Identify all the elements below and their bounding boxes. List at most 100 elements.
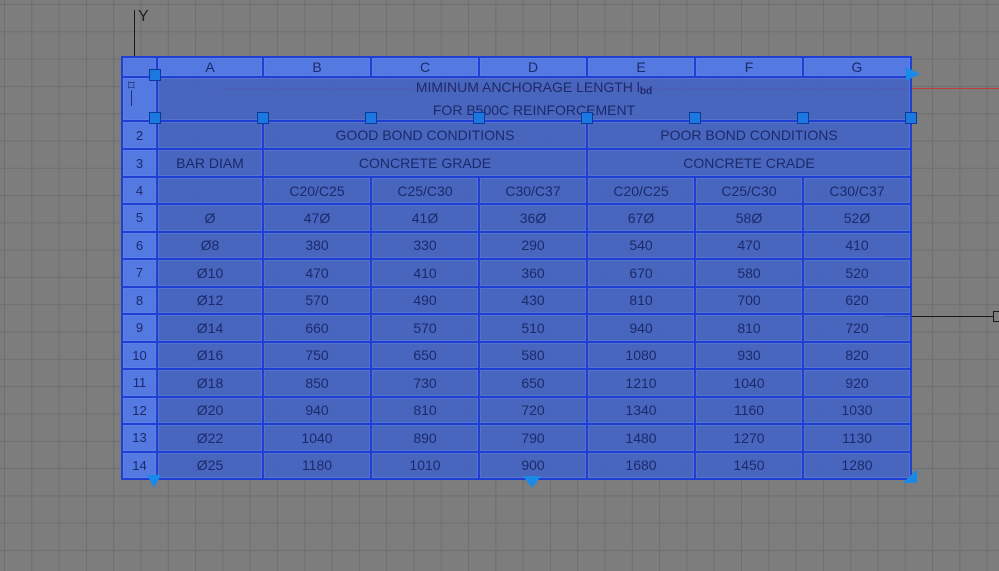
grade-header[interactable]: C20/C25 <box>586 176 696 205</box>
anchorage-length-cell[interactable]: 580 <box>478 340 588 370</box>
leader-endpoint[interactable] <box>993 311 999 322</box>
anchorage-length-cell[interactable]: 1280 <box>802 450 912 480</box>
anchorage-length-cell[interactable]: 790 <box>478 423 588 453</box>
anchorage-length-cell[interactable]: 730 <box>370 368 480 398</box>
anchorage-length-cell[interactable]: 470 <box>694 230 804 260</box>
anchorage-length-cell[interactable]: 330 <box>370 230 480 260</box>
bar-diameter-cell[interactable]: Ø12 <box>156 285 264 315</box>
anchorage-length-cell[interactable]: 520 <box>802 258 912 288</box>
row-header-9[interactable]: 9 <box>121 313 158 343</box>
anchorage-length-cell[interactable]: 410 <box>802 230 912 260</box>
poor-bond-header[interactable]: POOR BOND CONDITIONS <box>586 120 912 150</box>
anchorage-length-cell[interactable]: 1130 <box>802 423 912 453</box>
anchorage-length-cell[interactable]: 430 <box>478 285 588 315</box>
anchorage-length-cell[interactable]: 650 <box>478 368 588 398</box>
anchorage-length-cell[interactable]: 1450 <box>694 450 804 480</box>
table-grip-icon[interactable]: ⌑ │ <box>128 79 144 104</box>
column-header-c[interactable]: C <box>370 56 480 78</box>
anchorage-length-cell[interactable]: 67Ø <box>586 203 696 233</box>
anchorage-length-cell[interactable]: 660 <box>262 313 372 343</box>
column-header-d[interactable]: D <box>478 56 588 78</box>
column-header-b[interactable]: B <box>262 56 372 78</box>
anchorage-length-cell[interactable]: 700 <box>694 285 804 315</box>
anchorage-length-cell[interactable]: 58Ø <box>694 203 804 233</box>
column-header-g[interactable]: G <box>802 56 912 78</box>
anchorage-length-cell[interactable]: 1680 <box>586 450 696 480</box>
anchorage-length-cell[interactable]: 750 <box>262 340 372 370</box>
row-header-11[interactable]: 11 <box>121 368 158 398</box>
height-arrow-icon[interactable] <box>147 475 161 488</box>
row-header-2[interactable]: 2 <box>121 120 158 150</box>
grip-handle[interactable] <box>581 112 593 124</box>
anchorage-length-cell[interactable]: 820 <box>802 340 912 370</box>
cell-a4[interactable] <box>156 176 264 205</box>
bar-diameter-cell[interactable]: Ø25 <box>156 450 264 480</box>
width-arrow-icon[interactable] <box>906 67 920 81</box>
grade-header[interactable]: C25/C30 <box>370 176 480 205</box>
grip-handle[interactable] <box>365 112 377 124</box>
anchorage-length-cell[interactable]: 1180 <box>262 450 372 480</box>
anchorage-length-cell[interactable]: 1080 <box>586 340 696 370</box>
grip-handle[interactable] <box>689 112 701 124</box>
anchorage-length-cell[interactable]: 1010 <box>370 450 480 480</box>
row-header-6[interactable]: 6 <box>121 230 158 260</box>
grade-header[interactable]: C20/C25 <box>262 176 372 205</box>
anchorage-length-cell[interactable]: 360 <box>478 258 588 288</box>
grip-handle[interactable] <box>905 112 917 124</box>
stretch-corner-arrow-icon[interactable] <box>903 469 917 483</box>
anchorage-length-cell[interactable]: 900 <box>478 450 588 480</box>
anchorage-length-cell[interactable]: 930 <box>694 340 804 370</box>
anchorage-length-cell[interactable]: 890 <box>370 423 480 453</box>
grip-handle[interactable] <box>797 112 809 124</box>
row-header-12[interactable]: 12 <box>121 395 158 425</box>
row-header-7[interactable]: 7 <box>121 258 158 288</box>
concrete-grade-poor-header[interactable]: CONCRETE CRADE <box>586 148 912 178</box>
anchorage-length-cell[interactable]: 1270 <box>694 423 804 453</box>
row-header-5[interactable]: 5 <box>121 203 158 233</box>
anchorage-length-cell[interactable]: 1030 <box>802 395 912 425</box>
anchorage-length-cell[interactable]: 41Ø <box>370 203 480 233</box>
anchorage-length-cell[interactable]: 490 <box>370 285 480 315</box>
bar-diameter-cell[interactable]: Ø16 <box>156 340 264 370</box>
grip-handle[interactable] <box>473 112 485 124</box>
bar-diameter-cell[interactable]: Ø18 <box>156 368 264 398</box>
row-header-4[interactable]: 4 <box>121 176 158 205</box>
bar-diameter-cell[interactable]: Ø10 <box>156 258 264 288</box>
grip-handle[interactable] <box>149 112 161 124</box>
anchorage-length-cell[interactable]: 720 <box>802 313 912 343</box>
bar-diam-header[interactable]: BAR DIAM <box>156 148 264 178</box>
anchorage-length-cell[interactable]: 540 <box>586 230 696 260</box>
anchorage-length-cell[interactable]: 1040 <box>262 423 372 453</box>
anchorage-length-cell[interactable]: 810 <box>586 285 696 315</box>
anchorage-length-cell[interactable]: 290 <box>478 230 588 260</box>
data-table[interactable]: A B C D E F G 1 MIMINUM ANCHORAGE LENGTH… <box>121 56 912 480</box>
anchorage-length-cell[interactable]: 380 <box>262 230 372 260</box>
anchorage-length-cell[interactable]: 720 <box>478 395 588 425</box>
anchorage-length-cell[interactable]: 410 <box>370 258 480 288</box>
anchorage-length-cell[interactable]: 670 <box>586 258 696 288</box>
bar-diameter-cell[interactable]: Ø20 <box>156 395 264 425</box>
row-header-10[interactable]: 10 <box>121 340 158 370</box>
table-break-arrow-icon[interactable] <box>523 476 541 488</box>
cell-a2[interactable] <box>156 120 264 150</box>
anchorage-length-cell[interactable]: 810 <box>694 313 804 343</box>
anchorage-length-cell[interactable]: 470 <box>262 258 372 288</box>
bar-diameter-cell[interactable]: Ø <box>156 203 264 233</box>
anchorage-length-cell[interactable]: 940 <box>262 395 372 425</box>
good-bond-header[interactable]: GOOD BOND CONDITIONS <box>262 120 588 150</box>
row-header-13[interactable]: 13 <box>121 423 158 453</box>
grade-header[interactable]: C30/C37 <box>478 176 588 205</box>
grip-handle[interactable] <box>257 112 269 124</box>
anchorage-length-cell[interactable]: 810 <box>370 395 480 425</box>
anchorage-length-cell[interactable]: 47Ø <box>262 203 372 233</box>
grade-header[interactable]: C25/C30 <box>694 176 804 205</box>
bar-diameter-cell[interactable]: Ø22 <box>156 423 264 453</box>
anchorage-length-cell[interactable]: 1160 <box>694 395 804 425</box>
anchorage-length-cell[interactable]: 570 <box>370 313 480 343</box>
concrete-grade-good-header[interactable]: CONCRETE GRADE <box>262 148 588 178</box>
bar-diameter-cell[interactable]: Ø14 <box>156 313 264 343</box>
row-header-3[interactable]: 3 <box>121 148 158 178</box>
column-header-f[interactable]: F <box>694 56 804 78</box>
anchorage-length-cell[interactable]: 36Ø <box>478 203 588 233</box>
column-header-a[interactable]: A <box>156 56 264 78</box>
